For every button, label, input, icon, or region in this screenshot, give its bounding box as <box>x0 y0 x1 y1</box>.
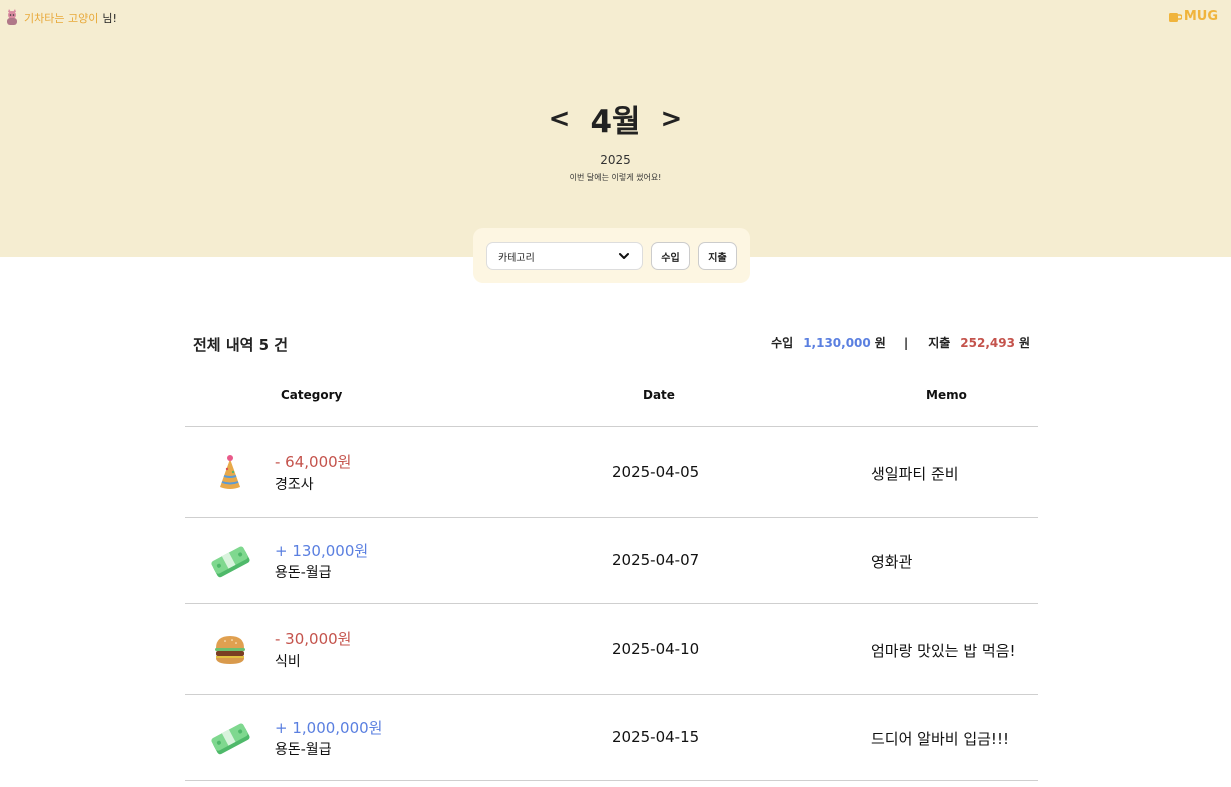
expense-total-unit: 원 <box>1018 336 1030 350</box>
row-amount: - 30,000원 <box>275 630 352 648</box>
year-label: 2025 <box>600 153 631 167</box>
expense-total-value: 252,493 <box>960 335 1015 350</box>
table-row[interactable]: + 1,000,000원 용돈-월급 2025-04-15 드디어 알바비 입금… <box>185 695 1038 781</box>
month-subtitle: 이번 달에는 이렇게 썼어요! <box>569 173 662 182</box>
filter-bar: 카테고리 수입 지출 <box>473 228 750 283</box>
row-category: 식비 <box>275 654 301 670</box>
header-banner: 기차타는 고양이 님! MUG < 4월 > 2025 이번 달에는 이렇게 썼… <box>0 0 1231 257</box>
row-category: 용돈-월급 <box>275 742 332 758</box>
category-dropdown[interactable]: 카테고리 <box>486 242 643 270</box>
expense-filter-button[interactable]: 지출 <box>698 242 737 270</box>
row-memo: 엄마랑 맛있는 밥 먹음! <box>871 642 1016 660</box>
month-label: 4월 <box>590 104 641 140</box>
table-row[interactable]: - 30,000원 식비 2025-04-10 엄마랑 맛있는 밥 먹음! <box>185 604 1038 695</box>
row-date: 2025-04-10 <box>612 640 700 658</box>
row-category: 경조사 <box>275 477 314 493</box>
avatar[interactable] <box>4 9 20 27</box>
row-amount: - 64,000원 <box>275 453 352 471</box>
income-total-value: 1,130,000 <box>803 335 871 350</box>
totals-summary: 수입 1,130,000 원 | 지출 252,493 원 <box>771 334 1030 351</box>
category-dropdown-label: 카테고리 <box>498 252 535 264</box>
table-row[interactable]: - 64,000원 경조사 2025-04-05 생일파티 준비 <box>185 427 1038 518</box>
table-header: Category Date Memo <box>185 375 1038 427</box>
party-hat-icon <box>208 451 252 495</box>
row-amount: + 130,000원 <box>275 542 369 560</box>
row-date: 2025-04-15 <box>612 728 700 746</box>
month-navigator: < 4월 > <box>0 96 1231 141</box>
income-total-unit: 원 <box>874 336 886 350</box>
chevron-down-icon <box>619 253 629 259</box>
row-amount: + 1,000,000원 <box>275 719 383 737</box>
user-name: 기차타는 고양이 <box>24 12 99 25</box>
user-greeting: 기차타는 고양이 님! <box>4 9 117 27</box>
row-memo: 드디어 알바비 입금!!! <box>871 730 1009 748</box>
mug-icon <box>1168 12 1182 22</box>
column-header-category: Category <box>281 388 343 402</box>
app-logo[interactable]: MUG <box>1168 9 1218 24</box>
total-count-title: 전체 내역 5 건 <box>193 336 289 354</box>
totals-separator: | <box>903 335 909 350</box>
row-date: 2025-04-05 <box>612 463 700 481</box>
money-stack-icon <box>208 716 252 760</box>
transactions-table: Category Date Memo - 64,000원 경조사 2025-04… <box>185 375 1038 781</box>
column-header-memo: Memo <box>926 388 967 402</box>
income-total-label: 수입 <box>771 336 794 350</box>
row-memo: 영화관 <box>871 553 913 571</box>
logo-text: MUG <box>1183 9 1218 24</box>
prev-month-button[interactable]: < <box>545 104 575 134</box>
row-category: 용돈-월급 <box>275 565 332 581</box>
row-date: 2025-04-07 <box>612 551 700 569</box>
user-name-suffix: 님! <box>102 12 117 25</box>
table-row[interactable]: + 130,000원 용돈-월급 2025-04-07 영화관 <box>185 518 1038 604</box>
hamburger-icon <box>208 628 252 672</box>
row-memo: 생일파티 준비 <box>871 465 959 483</box>
income-filter-button[interactable]: 수입 <box>651 242 690 270</box>
column-header-date: Date <box>643 388 675 402</box>
next-month-button[interactable]: > <box>657 104 687 134</box>
money-stack-icon <box>208 539 252 583</box>
expense-total-label: 지출 <box>928 336 951 350</box>
